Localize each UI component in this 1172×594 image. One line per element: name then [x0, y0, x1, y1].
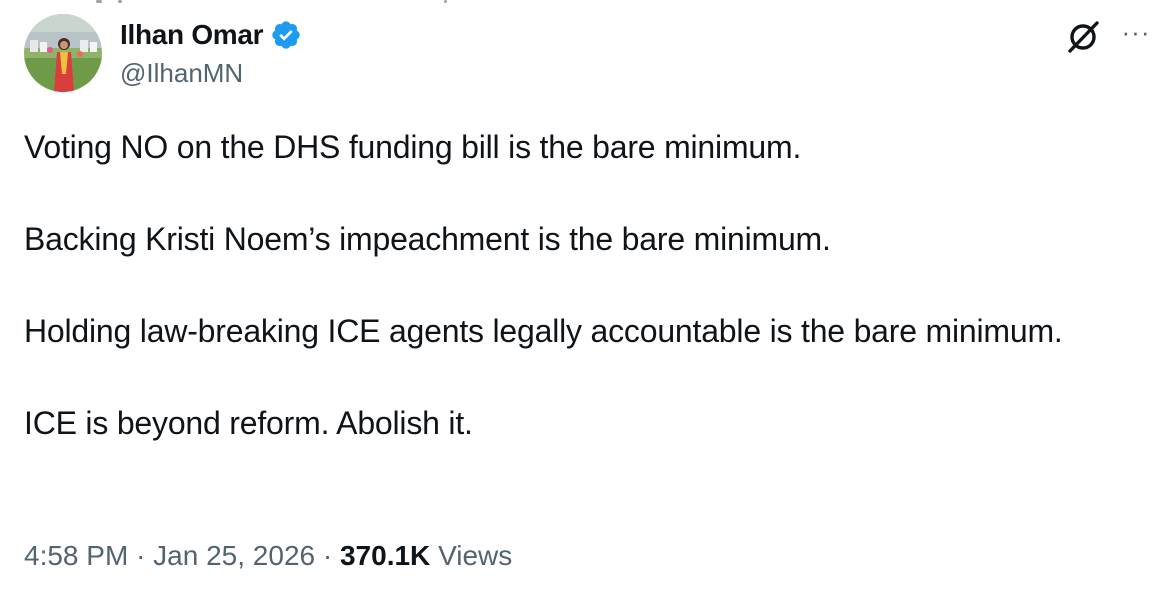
author-display-name[interactable]: Ilhan Omar — [120, 19, 264, 51]
author-handle[interactable]: @IlhanMN — [120, 58, 243, 89]
views-count[interactable]: 370.1K — [340, 540, 430, 571]
verified-badge-icon[interactable] — [270, 19, 302, 51]
tweet-metadata: 4:58 PM · Jan 25, 2026 · 370.1K Views — [24, 540, 512, 572]
avatar[interactable] — [24, 14, 102, 92]
tweet-time[interactable]: 4:58 PM — [24, 540, 128, 571]
author-name-row: Ilhan Omar — [120, 16, 302, 54]
tweet-paragraph: ICE is beyond reform. Abolish it. — [24, 405, 473, 441]
tweet-text: Voting NO on the DHS funding bill is the… — [24, 124, 1134, 446]
tweet-paragraph: Backing Kristi Noem’s impeachment is the… — [24, 221, 831, 257]
previous-post-connector — [96, 0, 456, 4]
grok-icon[interactable] — [1066, 18, 1102, 54]
more-options-button[interactable]: ··· — [1118, 14, 1154, 50]
meta-separator: · — [136, 540, 146, 571]
more-icon: ··· — [1121, 16, 1151, 47]
tweet-paragraph: Holding law-breaking ICE agents legally … — [24, 313, 1063, 349]
meta-separator: · — [322, 540, 333, 571]
tweet-paragraph: Voting NO on the DHS funding bill is the… — [24, 129, 802, 165]
tweet-date[interactable]: Jan 25, 2026 — [153, 540, 315, 571]
views-label: Views — [438, 540, 513, 571]
